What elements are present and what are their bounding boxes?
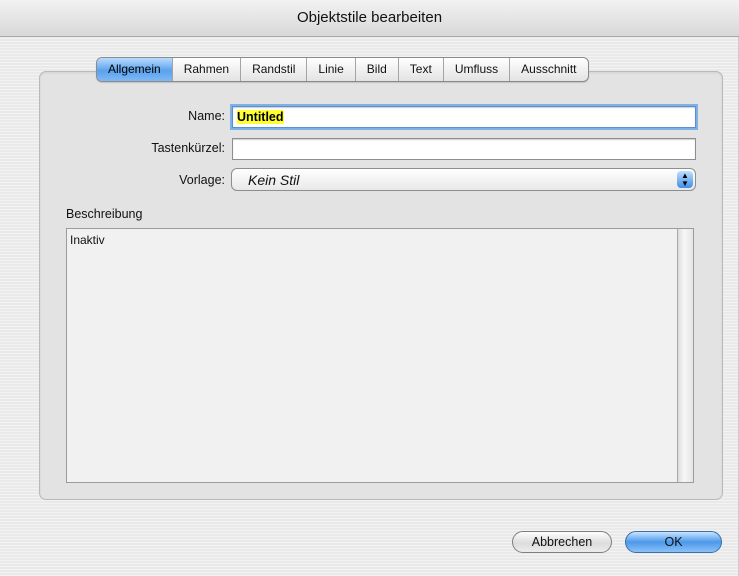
tab-allgemein[interactable]: Allgemein (97, 58, 172, 81)
tab-umfluss[interactable]: Umfluss (442, 58, 509, 81)
title-bar[interactable]: Objektstile bearbeiten (0, 0, 739, 37)
tab-ausschnitt[interactable]: Ausschnitt (509, 58, 587, 81)
dialog-window: Objektstile bearbeiten Allgemein Rahmen … (0, 0, 739, 576)
updown-arrows-icon: ▲ ▼ (677, 171, 693, 188)
description-label: Beschreibung (66, 207, 143, 221)
cancel-button[interactable]: Abbrechen (512, 531, 612, 553)
shortcut-label: Tastenkürzel: (151, 141, 225, 155)
ok-button[interactable]: OK (625, 531, 722, 553)
tab-randstil[interactable]: Randstil (240, 58, 306, 81)
window-title: Objektstile bearbeiten (296, 9, 443, 26)
template-label: Vorlage: (179, 173, 225, 187)
tab-rahmen[interactable]: Rahmen (171, 58, 240, 81)
template-value: Kein Stil (248, 172, 300, 188)
tab-linie[interactable]: Linie (306, 58, 354, 81)
name-value: Untitled (237, 110, 284, 124)
description-area[interactable]: Inaktiv (66, 228, 694, 483)
name-field[interactable]: Untitled (232, 106, 696, 128)
name-label: Name: (188, 109, 225, 123)
template-select[interactable]: Kein Stil ▲ ▼ (231, 168, 696, 191)
description-text: Inaktiv (70, 233, 105, 247)
description-scrollbar[interactable] (677, 229, 693, 482)
shortcut-field[interactable] (232, 138, 696, 160)
tab-bar: Allgemein Rahmen Randstil Linie Bild Tex… (96, 57, 589, 82)
tab-bild[interactable]: Bild (354, 58, 398, 81)
tab-text[interactable]: Text (397, 58, 443, 81)
